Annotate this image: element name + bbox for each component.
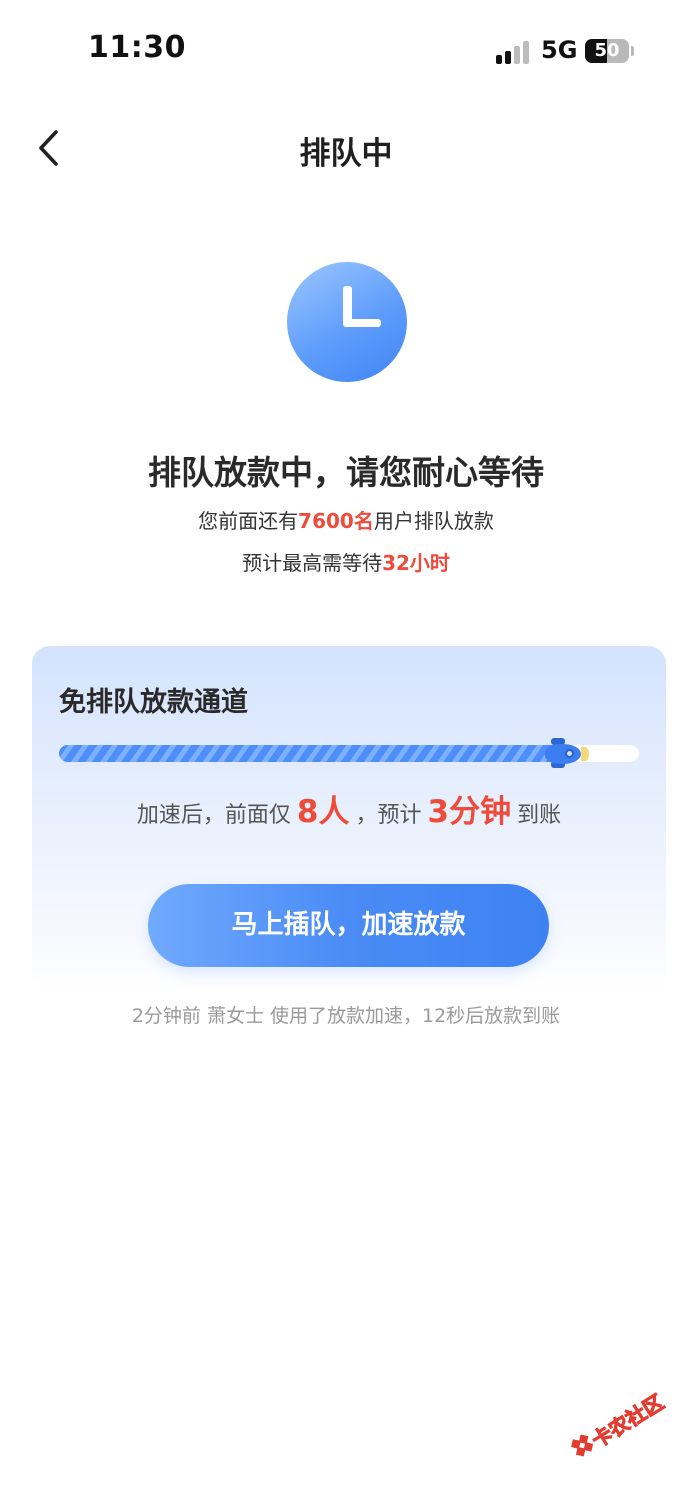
- clock-icon: [287, 262, 407, 382]
- boost-minutes: 3分钟: [427, 794, 512, 830]
- fast-channel-title: 免排队放款通道: [59, 687, 248, 718]
- wait-info-prefix: 预计最高需等待: [242, 551, 383, 575]
- cellular-signal-icon: [496, 40, 530, 64]
- watermark-text: 卡农社区: [587, 1389, 669, 1453]
- fast-channel-card: 免排队放款通道 加速后，前面仅 8人 ，预计 3分钟 到账 马上插队，加速放款: [32, 646, 666, 992]
- status-headline: 排队放款中，请您耐心等待: [148, 453, 544, 492]
- boost-middle: ，预计: [355, 803, 422, 828]
- battery-cap: [631, 46, 634, 56]
- queue-info-prefix: 您前面还有: [198, 509, 299, 533]
- queue-count: 7600名: [298, 509, 374, 533]
- rocket-icon: [541, 736, 590, 770]
- boost-people: 8人: [296, 794, 350, 830]
- page-title: 排队中: [299, 136, 393, 172]
- speed-up-button[interactable]: 马上插队，加速放款: [148, 884, 549, 967]
- network-type: 5G: [541, 36, 578, 64]
- status-bar: 11:30 5G 50: [0, 0, 692, 100]
- status-time: 11:30: [88, 30, 186, 65]
- battery-icon: 50: [585, 39, 629, 63]
- wait-hours: 32小时: [382, 551, 450, 575]
- queue-info-suffix: 用户排队放款: [373, 509, 494, 533]
- activity-ticker: 2分钟前 萧女士 使用了放款加速，12秒后放款到账: [131, 1005, 561, 1027]
- wait-info: 预计最高需等待32小时: [0, 547, 692, 576]
- progress-fill: [59, 745, 570, 762]
- watermark: 卡农社区: [552, 1368, 669, 1472]
- queue-info: 您前面还有7600名用户排队放款: [0, 505, 692, 534]
- battery-level: 50: [594, 40, 620, 61]
- boost-suffix: 到账: [517, 803, 562, 828]
- boost-info: 加速后，前面仅 8人 ，预计 3分钟 到账: [32, 786, 666, 831]
- boost-prefix: 加速后，前面仅: [136, 803, 291, 828]
